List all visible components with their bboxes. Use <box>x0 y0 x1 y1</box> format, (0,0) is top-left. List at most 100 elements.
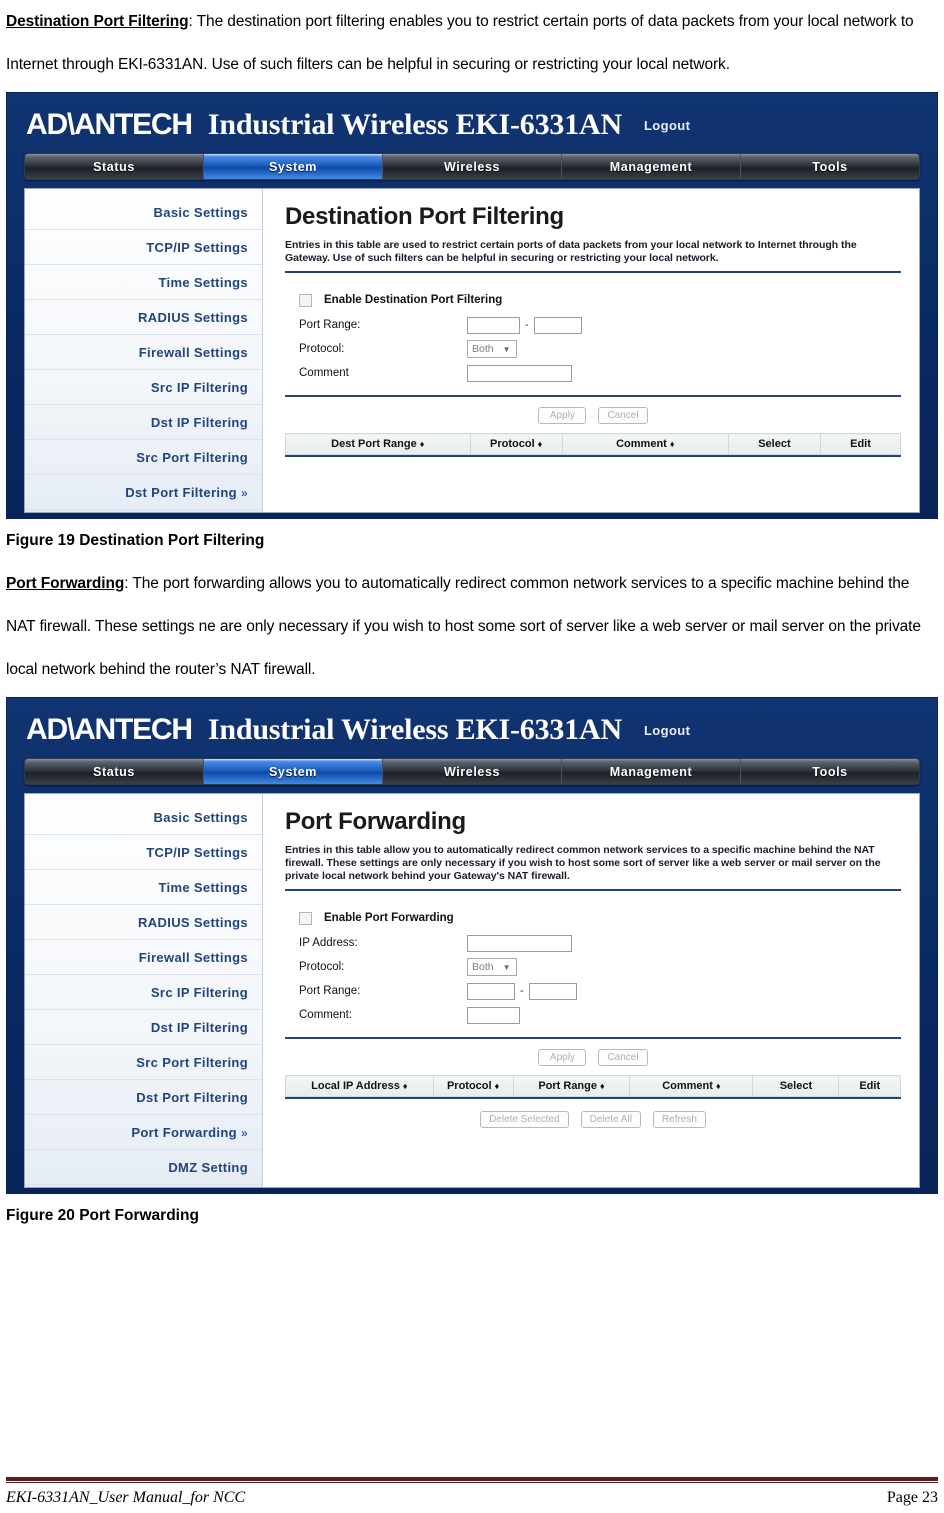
sidebar-item-firewall-settings[interactable]: Firewall Settings <box>25 940 262 975</box>
sidebar-item-radius-settings[interactable]: RADIUS Settings <box>25 300 262 335</box>
tab-status[interactable]: Status <box>25 759 204 784</box>
screenshot2-body: Basic Settings TCP/IP Settings Time Sett… <box>24 793 920 1188</box>
sidebar-item-dst-port-filtering[interactable]: Dst Port Filtering <box>25 1080 262 1115</box>
logout-link[interactable]: Logout <box>644 118 690 133</box>
port-range-from-input[interactable] <box>467 316 520 334</box>
th-label: Port Range <box>538 1080 597 1092</box>
sidebar-item-dst-port-filtering[interactable]: Dst Port Filtering» <box>25 475 262 510</box>
sort-icon: ♦ <box>669 439 675 449</box>
protocol-select-value: Both <box>472 961 494 973</box>
sort-icon: ♦ <box>402 1081 408 1091</box>
tab-system[interactable]: System <box>204 154 383 179</box>
port-range-to-input[interactable] <box>533 316 582 334</box>
port-range-separator: - <box>520 985 524 997</box>
screenshot2-brand-bar: AD\ANTECH Industrial Wireless EKI-6331AN… <box>14 704 930 756</box>
sidebar-item-radius-settings[interactable]: RADIUS Settings <box>25 905 262 940</box>
sidebar-item-src-port-filtering[interactable]: Src Port Filtering <box>25 440 262 475</box>
port-range-to-input[interactable] <box>528 982 577 1000</box>
comment-label: Comment: <box>299 1009 353 1021</box>
comment-input[interactable] <box>467 1006 520 1024</box>
delete-selected-button[interactable]: Delete Selected <box>480 1111 569 1128</box>
sidebar-item-time-settings[interactable]: Time Settings <box>25 265 262 300</box>
sidebar-label: Dst IP Filtering <box>150 1020 248 1035</box>
screenshot1-brand-bar: AD\ANTECH Industrial Wireless EKI-6331AN… <box>14 99 930 151</box>
tab-tools[interactable]: Tools <box>741 154 919 179</box>
sort-icon: ♦ <box>537 439 543 449</box>
ip-address-input[interactable] <box>467 934 572 952</box>
enable-port-forwarding-row: Enable Port Forwarding <box>299 905 901 931</box>
th-select: Select <box>727 433 822 455</box>
sort-icon: ♦ <box>419 439 425 449</box>
th-dest-port-range[interactable]: Dest Port Range ♦ <box>285 433 471 455</box>
figure-19-caption: Figure 19 Destination Port Filtering <box>6 532 265 549</box>
panel-description: Entries in this table are used to restri… <box>285 239 857 264</box>
cancel-button[interactable]: Cancel <box>598 1049 648 1066</box>
apply-button[interactable]: Apply <box>538 1049 587 1066</box>
paragraph-body-text: : The port forwarding allows you to auto… <box>6 575 921 678</box>
th-edit: Edit <box>838 1075 901 1097</box>
enable-port-forwarding-checkbox[interactable] <box>299 911 312 925</box>
paragraph-port-forwarding: Port Forwarding: The port forwarding all… <box>6 562 938 691</box>
sidebar-item-src-ip-filtering[interactable]: Src IP Filtering <box>25 975 262 1010</box>
sidebar-item-port-forwarding[interactable]: Port Forwarding» <box>25 1115 262 1150</box>
tab-wireless[interactable]: Wireless <box>383 154 562 179</box>
protocol-select[interactable]: Both ▼ <box>467 958 517 976</box>
tab-wireless[interactable]: Wireless <box>383 759 562 784</box>
footer-content: EKI-6331AN_User Manual_for NCC Page 23 <box>6 1489 938 1507</box>
tab-status[interactable]: Status <box>25 154 204 179</box>
tab-system[interactable]: System <box>204 759 383 784</box>
protocol-row: Protocol: Both ▼ <box>299 955 901 979</box>
sidebar-item-tcpip-settings[interactable]: TCP/IP Settings <box>25 230 262 265</box>
sidebar-item-tcpip-settings[interactable]: TCP/IP Settings <box>25 835 262 870</box>
sidebar-label: Basic Settings <box>153 810 248 825</box>
chevron-down-icon: ▼ <box>502 962 511 972</box>
th-port-range[interactable]: Port Range ♦ <box>512 1075 631 1097</box>
protocol-select[interactable]: Both ▼ <box>467 340 517 358</box>
cancel-button[interactable]: Cancel <box>598 407 648 424</box>
sidebar-item-src-port-filtering[interactable]: Src Port Filtering <box>25 1045 262 1080</box>
sidebar-item-firewall-settings[interactable]: Firewall Settings <box>25 335 262 370</box>
th-comment[interactable]: Comment ♦ <box>629 1075 754 1097</box>
tab-management[interactable]: Management <box>562 759 741 784</box>
th-label: Comment <box>662 1080 713 1092</box>
chevron-down-icon: ▼ <box>502 344 511 354</box>
page-footer: EKI-6331AN_User Manual_for NCC Page 23 <box>6 1477 938 1507</box>
product-title: Industrial Wireless EKI-6331AN <box>207 713 622 746</box>
sidebar-item-dst-ip-filtering[interactable]: Dst IP Filtering <box>25 405 262 440</box>
th-protocol[interactable]: Protocol ♦ <box>469 433 563 455</box>
comment-row: Comment <box>299 361 901 385</box>
comment-input[interactable] <box>467 364 572 382</box>
footer-page-number: Page 23 <box>886 1489 938 1506</box>
th-protocol[interactable]: Protocol ♦ <box>432 1075 514 1097</box>
table-header-row: Dest Port Range ♦ Protocol ♦ Comment ♦ Sele… <box>285 433 901 455</box>
sidebar-item-time-settings[interactable]: Time Settings <box>25 870 262 905</box>
sidebar-item-basic-settings[interactable]: Basic Settings <box>25 195 262 230</box>
chevron-right-icon: » <box>240 486 248 500</box>
sidebar-item-src-ip-filtering[interactable]: Src IP Filtering <box>25 370 262 405</box>
panel-description: Entries in this table allow you to autom… <box>285 844 881 882</box>
th-label: Local IP Address <box>311 1080 400 1092</box>
enable-port-forwarding-label: Enable Port Forwarding <box>324 912 454 924</box>
refresh-button[interactable]: Refresh <box>652 1111 706 1128</box>
enable-destination-port-filtering-checkbox[interactable] <box>299 293 312 307</box>
delete-all-button[interactable]: Delete All <box>580 1111 641 1128</box>
th-local-ip-address[interactable]: Local IP Address ♦ <box>285 1075 434 1097</box>
sidebar-label: RADIUS Settings <box>138 915 248 930</box>
paragraph-destination-port-filtering: Destination Port Filtering: The destinat… <box>6 0 938 86</box>
comment-label: Comment <box>299 367 349 379</box>
th-label: Edit <box>859 1080 881 1092</box>
sidebar-item-dst-ip-filtering[interactable]: Dst IP Filtering <box>25 1010 262 1045</box>
sidebar-item-basic-settings[interactable]: Basic Settings <box>25 800 262 835</box>
port-range-from-input[interactable] <box>467 982 515 1000</box>
apply-button[interactable]: Apply <box>538 407 587 424</box>
tab-management[interactable]: Management <box>562 154 741 179</box>
sidebar-label: Dst IP Filtering <box>150 415 248 430</box>
tab-tools[interactable]: Tools <box>741 759 919 784</box>
th-comment[interactable]: Comment ♦ <box>561 433 729 455</box>
sidebar-label: Src IP Filtering <box>150 380 248 395</box>
logout-link[interactable]: Logout <box>644 723 690 738</box>
port-range-label: Port Range: <box>299 319 361 331</box>
ip-address-row: IP Address: <box>299 931 901 955</box>
enable-destination-port-filtering-label: Enable Destination Port Filtering <box>324 294 503 306</box>
sidebar-item-dmz-setting[interactable]: DMZ Setting <box>25 1150 262 1185</box>
